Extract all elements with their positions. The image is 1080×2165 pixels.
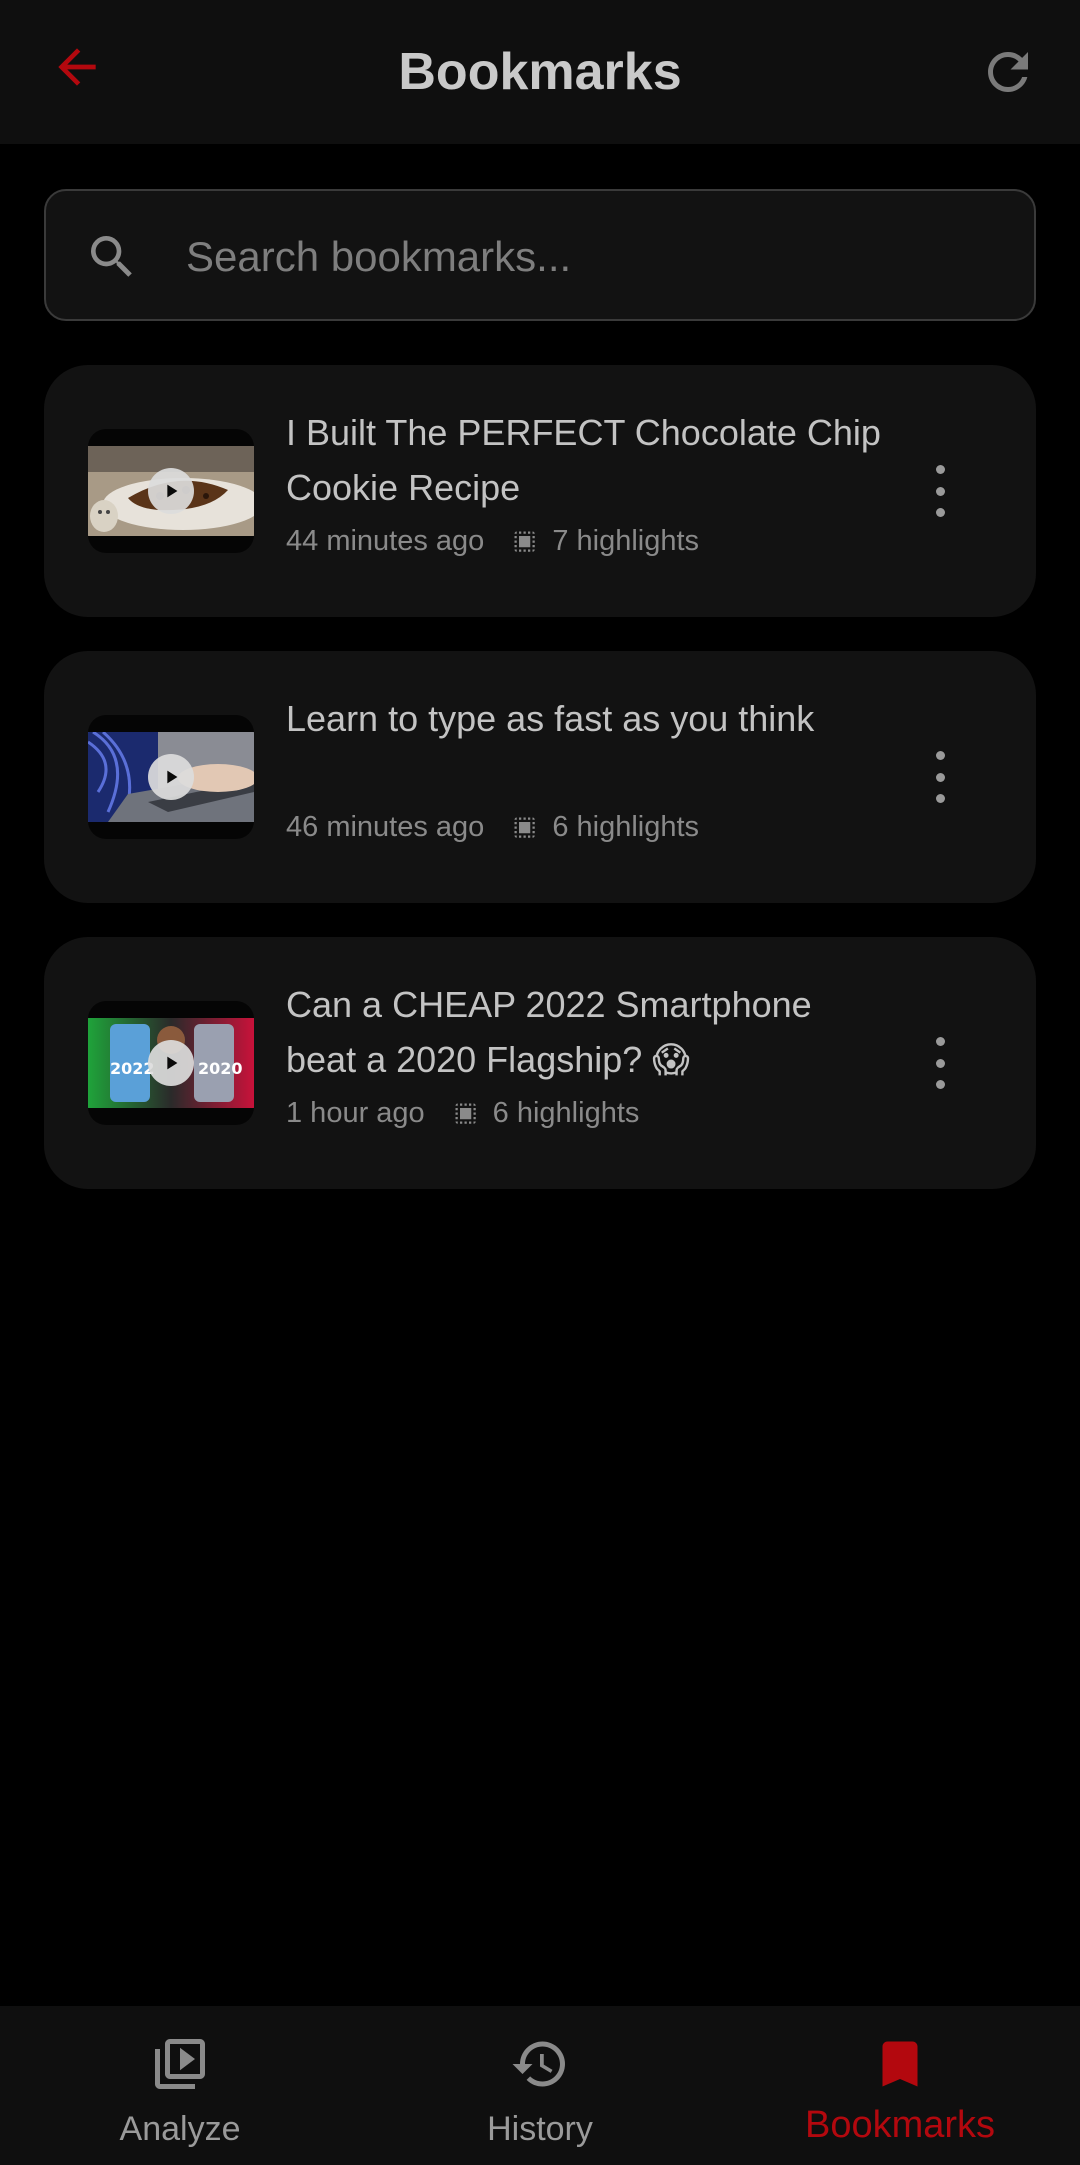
highlight-select-icon [514, 817, 536, 838]
nav-item-history[interactable]: History [360, 2006, 720, 2165]
bookmark-meta: 44 minutes ago 7 highlights [286, 525, 699, 558]
arrow-left-icon [58, 48, 96, 86]
bookmark-icon [882, 2041, 918, 2087]
history-icon [512, 2041, 565, 2087]
thumb-text-right: 2020 [198, 1059, 243, 1078]
page-title: Bookmarks [398, 43, 682, 101]
bookmark-title: I Built The PERFECT Chocolate Chip Cooki… [286, 412, 881, 508]
video-thumbnail[interactable] [88, 715, 254, 839]
search-bar[interactable] [44, 189, 1036, 321]
play-icon [148, 754, 194, 800]
search-icon [91, 236, 132, 277]
bookmark-time: 44 minutes ago [286, 525, 485, 557]
refresh-button[interactable] [966, 30, 1050, 114]
more-options-button[interactable] [928, 1037, 952, 1089]
play-icon [148, 468, 194, 514]
nav-item-bookmarks[interactable]: Bookmarks [720, 2006, 1080, 2165]
bookmark-title: Learn to type as fast as you think [286, 698, 815, 739]
bookmark-highlights: 7 highlights [552, 525, 700, 557]
bookmark-highlights: 6 highlights [552, 811, 700, 843]
more-options-button[interactable] [928, 465, 952, 517]
bottom-navigation: Analyze History Bookmarks [0, 2006, 1080, 2165]
back-button[interactable] [40, 30, 114, 104]
play-icon [148, 1040, 194, 1086]
nav-label-history: History [487, 2110, 593, 2148]
more-vert-icon [935, 1037, 945, 1046]
more-options-button[interactable] [928, 751, 952, 803]
nav-item-analyze[interactable]: Analyze [0, 2006, 360, 2165]
video-library-icon [155, 2039, 205, 2089]
bookmark-card[interactable]: Learn to type as fast as you think 46 mi… [44, 651, 1036, 903]
highlight-select-icon [514, 531, 536, 552]
bookmark-highlights: 6 highlights [492, 1097, 640, 1129]
bookmark-meta: 46 minutes ago 6 highlights [286, 811, 699, 844]
refresh-icon [988, 52, 1028, 92]
more-vert-icon [935, 465, 945, 474]
video-thumbnail[interactable]: 2022 2020 [88, 1001, 254, 1125]
app-header: Bookmarks [0, 0, 1080, 144]
search-input[interactable] [186, 215, 1006, 299]
bookmark-card[interactable]: 2022 2020 Can a CHEAP 2022 Smartphone be… [44, 937, 1036, 1189]
bookmark-title: Can a CHEAP 2022 Smartphone beat a 2020 … [286, 984, 812, 1080]
nav-label-bookmarks: Bookmarks [804, 2104, 996, 2146]
bookmark-card[interactable]: I Built The PERFECT Chocolate Chip Cooki… [44, 365, 1036, 617]
bookmark-time: 46 minutes ago [286, 811, 485, 843]
nav-label-analyze: Analyze [119, 2110, 241, 2148]
bookmark-meta: 1 hour ago 6 highlights [286, 1097, 639, 1130]
bookmark-time: 1 hour ago [286, 1097, 425, 1129]
video-thumbnail[interactable] [88, 429, 254, 553]
more-vert-icon [935, 751, 945, 760]
highlight-select-icon [455, 1103, 476, 1124]
